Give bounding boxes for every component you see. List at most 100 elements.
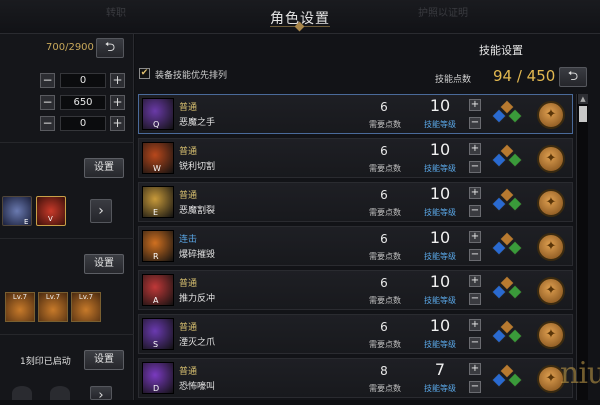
level-plus-button[interactable]: +: [469, 99, 481, 111]
skill-points-label: 技能点数: [435, 75, 472, 85]
skill-row[interactable]: R 连击 爆碎摧毁 6 需要点数 10 技能等级 + − ✦: [138, 226, 573, 266]
chevron-right-icon: ›: [98, 388, 104, 403]
stat-row-1: − 0 +: [40, 73, 128, 89]
skill-row[interactable]: S 普通 湮灭之爪 6 需要点数 10 技能等级 + − ✦: [138, 314, 573, 354]
next-arrow-button-2[interactable]: ›: [90, 386, 112, 403]
level-plus-button[interactable]: +: [469, 363, 481, 375]
skill-name: 恶魔之手: [179, 118, 216, 128]
skill-type: 连击: [179, 235, 198, 245]
required-points: 6: [380, 276, 388, 290]
stat-1-plus-button[interactable]: +: [110, 73, 125, 88]
stat-2-minus-button[interactable]: −: [40, 95, 55, 110]
set-button-1[interactable]: 设置: [84, 158, 124, 178]
skill-type: 普通: [179, 279, 198, 289]
stat-3-value: 0: [60, 116, 106, 131]
skill-row[interactable]: Q 普通 恶魔之手 6 需要点数 10 技能等级 + − ✦: [138, 94, 573, 134]
reset-points-button[interactable]: ⮌: [559, 67, 587, 87]
skill-name: 推力反冲: [179, 294, 216, 304]
level-minus-button[interactable]: −: [469, 249, 481, 261]
rune-slot-icon[interactable]: ✦: [537, 101, 565, 129]
skill-type: 普通: [179, 147, 198, 157]
skill-row[interactable]: E 普通 恶魔割裂 6 需要点数 10 技能等级 + − ✦: [138, 182, 573, 222]
skill-level: 10: [429, 184, 451, 203]
tripod-icon[interactable]: [491, 187, 523, 219]
level-minus-button[interactable]: −: [469, 161, 481, 173]
tripod-icon[interactable]: [491, 319, 523, 351]
scroll-thumb[interactable]: [579, 106, 587, 122]
bomb-icon: [12, 386, 32, 400]
level-minus-button[interactable]: −: [469, 381, 481, 393]
level-plus-button[interactable]: +: [469, 319, 481, 331]
tripod-icon[interactable]: [491, 231, 523, 263]
tripod-icon[interactable]: [491, 143, 523, 175]
equipped-skill-icon-2[interactable]: V: [36, 196, 66, 226]
next-arrow-button[interactable]: ›: [90, 199, 112, 223]
skill-settings-panel: 技能设置 ✔ 装备技能优先排列 技能点数 94 / 450 ⮌ Q 普通 恶魔之手 6…: [135, 34, 600, 400]
left-return-button[interactable]: ⮌: [96, 38, 124, 58]
engrave-badge-1[interactable]: Lv.7: [5, 292, 35, 322]
skill-type: 普通: [179, 103, 198, 113]
required-points: 6: [380, 144, 388, 158]
left-divider: [0, 238, 134, 239]
scroll-up-icon[interactable]: ▲: [578, 94, 588, 104]
required-points: 8: [380, 364, 388, 378]
tripod-icon[interactable]: [491, 275, 523, 307]
check-icon: ✔: [140, 68, 149, 78]
level-plus-button[interactable]: +: [469, 231, 481, 243]
stat-3-plus-button[interactable]: +: [110, 116, 125, 131]
level-minus-button[interactable]: −: [469, 293, 481, 305]
level-minus-button[interactable]: −: [469, 337, 481, 349]
skill-key-label: E: [24, 218, 29, 226]
required-points-label: 需要点数: [369, 340, 401, 349]
prioritize-checkbox-label: 装备技能优先排列: [155, 71, 228, 81]
skill-level-label: 技能等级: [424, 164, 456, 173]
level-plus-button[interactable]: +: [469, 143, 481, 155]
skill-name: 恶魔割裂: [179, 206, 216, 216]
tripod-icon[interactable]: [491, 363, 523, 395]
skill-level: 10: [429, 96, 451, 115]
return-icon: ⮌: [567, 69, 579, 84]
stat-row-3: − 0 +: [40, 116, 128, 132]
tripod-icon[interactable]: [491, 99, 523, 131]
set-button-3[interactable]: 设置: [84, 350, 124, 370]
required-points-label: 需要点数: [369, 120, 401, 129]
level-minus-button[interactable]: −: [469, 205, 481, 217]
return-icon: ⮌: [104, 40, 116, 55]
level-minus-button[interactable]: −: [469, 117, 481, 129]
skill-list-scrollbar[interactable]: ▲: [576, 94, 588, 400]
title-bar: 转职 护照以证明 角色设置: [0, 0, 600, 34]
stat-row-2: − 650 +: [40, 95, 128, 111]
rune-slot-icon[interactable]: ✦: [537, 277, 565, 305]
skill-name: 恐怖嚎叫: [179, 382, 216, 392]
skill-row[interactable]: A 普通 推力反冲 6 需要点数 10 技能等级 + − ✦: [138, 270, 573, 310]
prioritize-checkbox[interactable]: ✔: [139, 68, 150, 79]
skill-level-label: 技能等级: [424, 340, 456, 349]
stat-2-plus-button[interactable]: +: [110, 95, 125, 110]
engrave-badge-3[interactable]: Lv.7: [71, 292, 101, 322]
rune-slot-icon[interactable]: ✦: [537, 321, 565, 349]
skill-level: 10: [429, 272, 451, 291]
required-points-label: 需要点数: [369, 164, 401, 173]
skill-row[interactable]: D 普通 恐怖嚎叫 8 需要点数 7 技能等级 + − ✦: [138, 358, 573, 398]
skill-row[interactable]: W 普通 锐利切割 6 需要点数 10 技能等级 + − ✦: [138, 138, 573, 178]
skill-level: 7: [434, 360, 446, 379]
left-panel: 700/2900 ⮌ − 0 + − 650 + − 0 + 设置 V E › …: [0, 34, 134, 403]
skill-key: A: [153, 296, 159, 305]
stat-1-minus-button[interactable]: −: [40, 73, 55, 88]
skill-level-label: 技能等级: [424, 252, 456, 261]
level-plus-button[interactable]: +: [469, 187, 481, 199]
skill-type: 普通: [179, 191, 198, 201]
chevron-right-icon: ›: [98, 203, 104, 219]
rune-slot-icon[interactable]: ✦: [537, 145, 565, 173]
rune-slot-icon[interactable]: ✦: [537, 233, 565, 261]
rune-slot-icon[interactable]: ✦: [537, 189, 565, 217]
skill-points-value: 94 / 450: [493, 67, 556, 85]
skill-type: 普通: [179, 323, 198, 333]
engrave-badge-2[interactable]: Lv.7: [38, 292, 68, 322]
badge-level: Lv.7: [78, 293, 94, 301]
skill-key: E: [153, 208, 159, 217]
set-button-2[interactable]: 设置: [84, 254, 124, 274]
stat-3-minus-button[interactable]: −: [40, 116, 55, 131]
skill-key: Q: [153, 120, 160, 129]
level-plus-button[interactable]: +: [469, 275, 481, 287]
